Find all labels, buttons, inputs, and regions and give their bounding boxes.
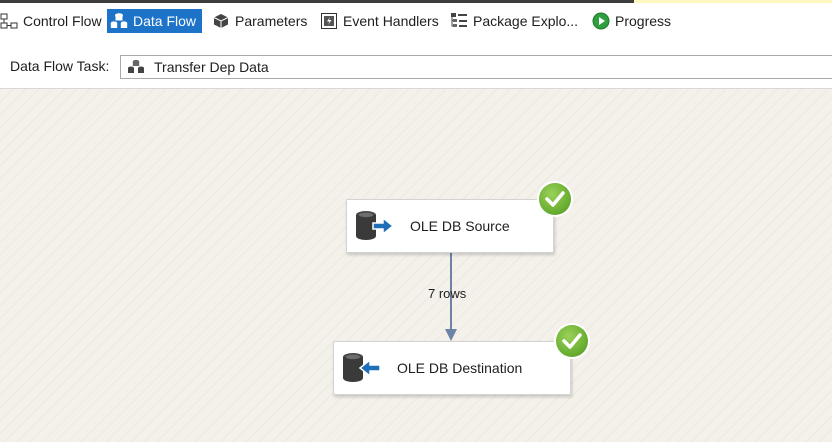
success-check-icon <box>539 183 571 215</box>
ole-db-destination-label: OLE DB Destination <box>397 360 523 376</box>
tab-parameters[interactable]: Parameters <box>212 9 307 33</box>
highlight-strip <box>634 0 832 3</box>
tab-label: Control Flow <box>23 13 102 29</box>
tab-label: Progress <box>615 13 672 29</box>
data-path-rows-label: 7 rows <box>428 286 467 301</box>
data-flow-task-row: Data Flow Task: Transfer Dep Data <box>0 44 832 84</box>
data-flow-task-label: Data Flow Task: <box>10 58 110 74</box>
tab-progress[interactable]: Progress <box>592 9 671 33</box>
ole-db-source-component[interactable]: OLE DB Source <box>346 199 554 253</box>
tab-event-handlers[interactable]: Event Handlers <box>320 9 439 33</box>
designer-tab-bar: Control Flow Data Flow Parameters Event … <box>0 4 832 36</box>
tab-package-explorer[interactable]: Package Explo... <box>450 9 578 33</box>
control-flow-icon <box>0 12 18 30</box>
event-handlers-icon <box>320 12 338 30</box>
ole-db-source-icon <box>355 210 395 242</box>
connector-arrow-icon <box>445 329 457 341</box>
data-flow-task-select[interactable]: Transfer Dep Data <box>120 55 832 79</box>
title-strip <box>0 0 634 3</box>
tab-label: Data Flow <box>133 13 197 29</box>
tab-label: Parameters <box>235 13 308 29</box>
ole-db-destination-icon <box>342 352 382 384</box>
ole-db-destination-component[interactable]: OLE DB Destination <box>333 341 571 395</box>
tab-data-flow[interactable]: Data Flow <box>107 9 203 33</box>
success-check-icon <box>556 325 588 357</box>
parameters-icon <box>212 12 230 30</box>
window-top-strip <box>0 0 832 3</box>
ole-db-source-label: OLE DB Source <box>410 218 510 234</box>
data-flow-task-icon <box>127 59 145 75</box>
data-flow-icon <box>110 12 128 30</box>
tab-label: Package Explo... <box>473 13 579 29</box>
progress-play-icon <box>592 12 610 30</box>
data-flow-design-surface[interactable]: 7 rows OLE DB Source OLE DB Destination <box>0 88 832 442</box>
data-flow-task-value: Transfer Dep Data <box>154 59 269 75</box>
package-explorer-icon <box>450 12 468 30</box>
tab-label: Event Handlers <box>343 13 439 29</box>
tab-control-flow[interactable]: Control Flow <box>0 9 102 33</box>
